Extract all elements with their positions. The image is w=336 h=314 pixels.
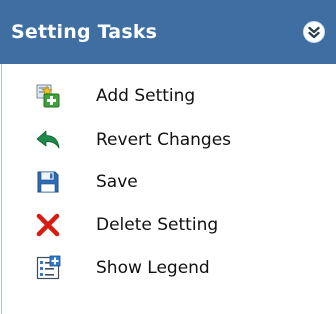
panel-header: Setting Tasks bbox=[0, 0, 336, 64]
delete-x-icon bbox=[35, 212, 61, 238]
floppy-disk-icon bbox=[35, 169, 61, 195]
legend-icon bbox=[35, 255, 61, 281]
add-setting-icon bbox=[35, 83, 61, 109]
task-revert-changes[interactable]: Revert Changes bbox=[0, 120, 336, 160]
collapse-button[interactable] bbox=[303, 21, 325, 43]
task-label: Revert Changes bbox=[96, 130, 232, 150]
setting-tasks-panel: Setting Tasks Add Setting Revert Changes… bbox=[0, 0, 336, 314]
chevron-double-up-icon bbox=[308, 26, 320, 39]
revert-arrow-icon bbox=[35, 127, 61, 153]
task-label: Save bbox=[96, 172, 138, 192]
task-label: Delete Setting bbox=[96, 215, 219, 235]
task-add-setting[interactable]: Add Setting bbox=[0, 76, 336, 116]
panel-body: Add Setting Revert Changes Save Delete S… bbox=[0, 64, 336, 314]
task-label: Add Setting bbox=[96, 86, 196, 106]
task-show-legend[interactable]: Show Legend bbox=[0, 248, 336, 288]
panel-title: Setting Tasks bbox=[11, 21, 158, 43]
task-delete-setting[interactable]: Delete Setting bbox=[0, 205, 336, 245]
task-save[interactable]: Save bbox=[0, 162, 336, 202]
task-label: Show Legend bbox=[96, 258, 210, 278]
